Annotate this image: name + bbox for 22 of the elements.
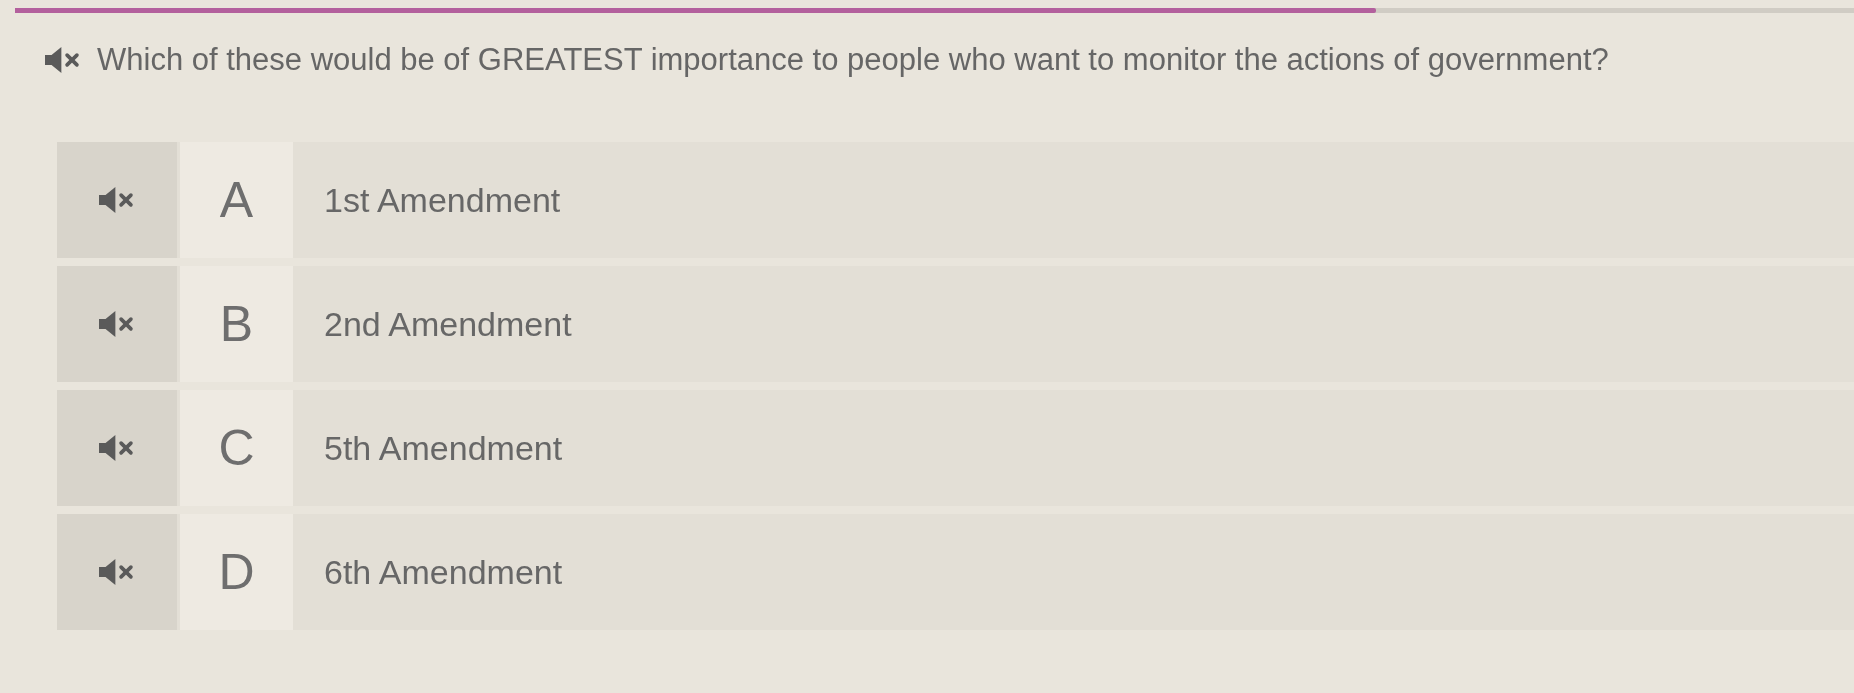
option-text: 2nd Amendment <box>323 303 573 345</box>
speaker-muted-icon <box>99 558 135 586</box>
answer-option[interactable]: D 6th Amendment <box>57 514 1854 630</box>
question-text: Which of these would be of GREATEST importance to people who want to monitor the actions of government? <box>97 42 1609 78</box>
answer-option[interactable]: B 2nd Amendment <box>57 266 1854 382</box>
option-text: 5th Amendment <box>323 427 564 469</box>
audio-button[interactable] <box>57 514 177 630</box>
option-letter: C <box>180 390 293 506</box>
option-letter: B <box>180 266 293 382</box>
speaker-muted-icon[interactable] <box>45 46 81 74</box>
audio-button[interactable] <box>57 142 177 258</box>
speaker-muted-icon <box>99 434 135 462</box>
option-text: 1st Amendment <box>323 179 562 221</box>
speaker-muted-icon <box>99 186 135 214</box>
option-letter: A <box>180 142 293 258</box>
option-letter: D <box>180 514 293 630</box>
speaker-muted-icon <box>99 310 135 338</box>
answer-option[interactable]: C 5th Amendment <box>57 390 1854 506</box>
answer-option[interactable]: A 1st Amendment <box>57 142 1854 258</box>
audio-button[interactable] <box>57 266 177 382</box>
option-text: 6th Amendment <box>323 551 564 593</box>
audio-button[interactable] <box>57 390 177 506</box>
